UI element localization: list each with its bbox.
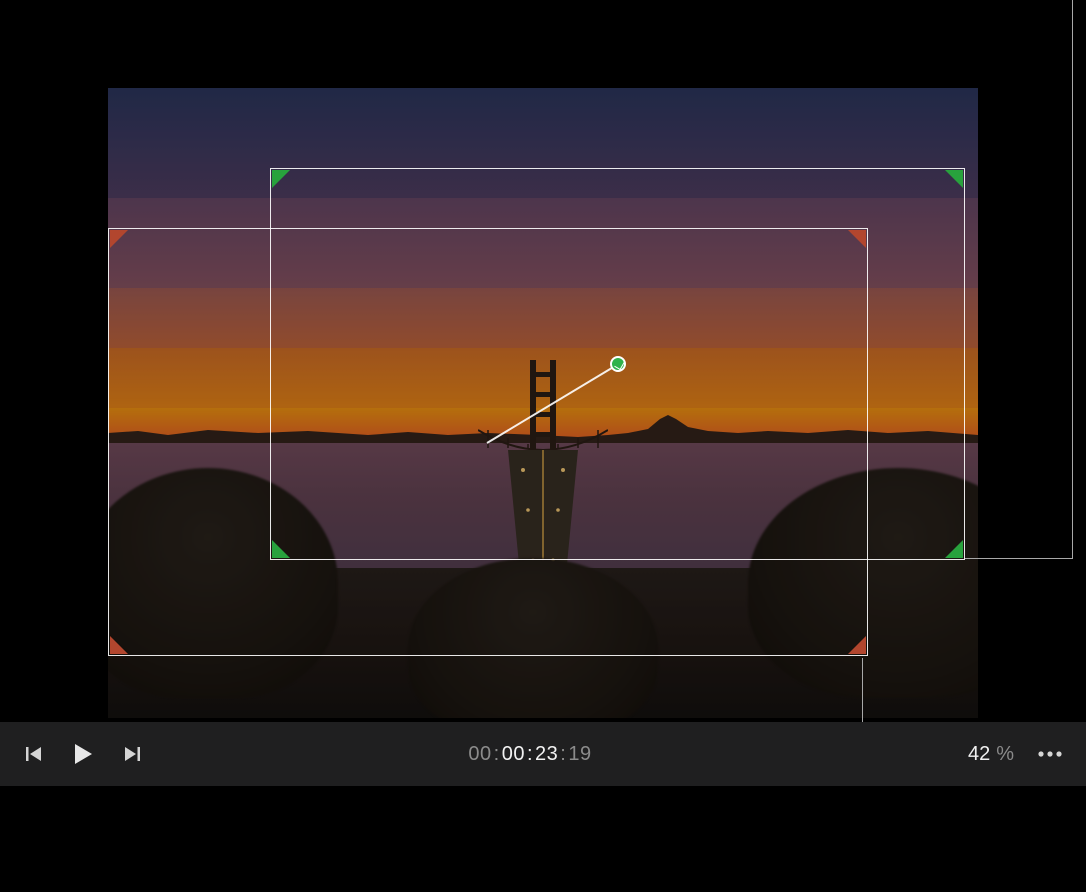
kenburns-motion-end-handle[interactable] (610, 356, 626, 372)
timecode-ff: 19 (568, 743, 591, 766)
playback-toolbar: 00 : 00 : 23 : 19 42 % (0, 722, 1086, 786)
next-frame-button[interactable] (122, 744, 142, 764)
kenburns-end-handle[interactable] (945, 540, 963, 558)
previous-frame-button[interactable] (24, 744, 44, 764)
timecode-mm: 00 (502, 743, 525, 766)
timecode-sep: : (527, 743, 533, 766)
kenburns-end-handle[interactable] (272, 170, 290, 188)
kenburns-start-handle[interactable] (110, 636, 128, 654)
timecode-ss: 23 (535, 743, 558, 766)
kenburns-end-handle[interactable] (945, 170, 963, 188)
kenburns-end-handle[interactable] (272, 540, 290, 558)
timecode-display[interactable]: 00 : 00 : 23 : 19 (468, 743, 617, 766)
zoom-value: 42 (968, 743, 990, 766)
timecode-sep: : (494, 743, 500, 766)
callout-leader (965, 558, 1073, 559)
kenburns-start-handle[interactable] (848, 636, 866, 654)
below-toolbar-area (0, 786, 1086, 892)
timecode-hh: 00 (468, 743, 491, 766)
zoom-unit: % (996, 743, 1014, 766)
zoom-level[interactable]: 42 % (968, 743, 1014, 766)
play-button[interactable] (70, 741, 96, 767)
timecode-sep: : (560, 743, 566, 766)
callout-leader (1072, 0, 1073, 558)
more-options-button[interactable] (1036, 744, 1064, 764)
kenburns-start-handle[interactable] (110, 230, 128, 248)
kenburns-start-handle[interactable] (848, 230, 866, 248)
